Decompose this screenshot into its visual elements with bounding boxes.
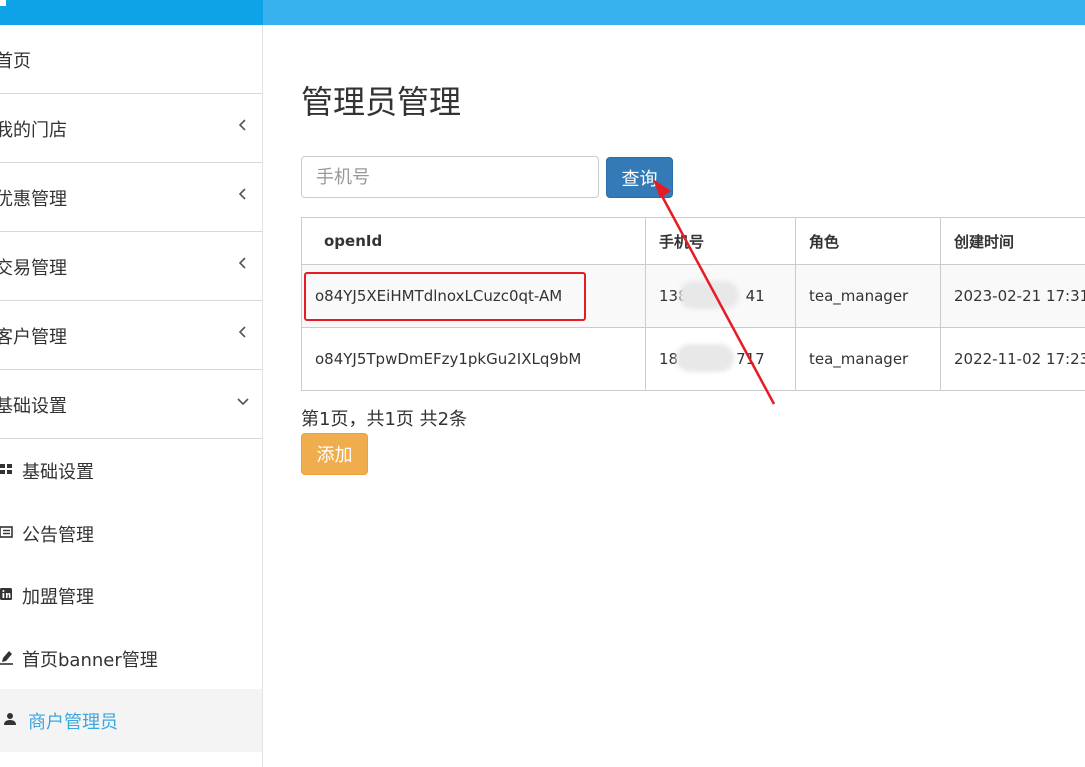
sidebar-item-label: 交易管理 [0,258,67,279]
main-content: 管理员管理 查询 openId 手机号 角色 创建时间 o84YJ5XEiHMT… [263,25,1085,767]
brand-area [0,0,263,25]
cell-openid: o84YJ5TpwDmEFzy1pkGu2IXLq9bM [301,327,646,391]
cell-role: tea_manager [795,327,941,391]
sidebar-item-label: 优惠管理 [0,189,67,210]
pen-icon [0,650,13,665]
column-header-role[interactable]: 角色 [795,217,941,265]
add-button[interactable]: 添加 [301,433,368,475]
table-header-row: openId 手机号 角色 创建时间 [301,217,1085,265]
sidebar-item-label: 客户管理 [0,327,67,348]
cell-created: 2023-02-21 17:31: [940,264,1085,328]
phone-suffix: 41 [745,287,765,305]
chevron-down-icon [237,398,249,406]
grid-icon [0,464,12,474]
table-row[interactable]: o84YJ5TpwDmEFzy1pkGu2IXLq9bM 18 717 tea_m… [301,327,1085,391]
sidebar-subitem-label: 商户管理员 [28,712,118,733]
sidebar-item-customers[interactable]: 客户管理 [0,301,262,370]
list-icon [0,525,13,538]
sidebar-subitem-merchant-admin[interactable]: 商户管理员 [0,689,262,752]
chevron-left-icon [238,326,246,338]
column-header-created[interactable]: 创建时间 [940,217,1085,265]
sidebar-item-label: 基础设置 [0,396,67,417]
sidebar-item-settings[interactable]: 基础设置 [0,370,262,439]
phone-blur-overlay [676,344,734,372]
chevron-left-icon [238,119,246,131]
sidebar: 首页 我的门店 优惠管理 交易管理 客户管理 基础设置 基础设置 公告管理 加盟… [0,25,263,767]
column-header-phone[interactable]: 手机号 [645,217,796,265]
sidebar-item-discount[interactable]: 优惠管理 [0,163,262,232]
sidebar-subitem-banner[interactable]: 首页banner管理 [0,627,262,690]
admin-table: openId 手机号 角色 创建时间 o84YJ5XEiHMTdlnoxLCuz… [301,217,1085,391]
sidebar-subitem-label: 公告管理 [22,524,94,546]
page-title: 管理员管理 [301,83,462,121]
top-bar [0,0,1085,25]
sidebar-item-home[interactable]: 首页 [0,25,262,94]
sidebar-subitem-basic-settings[interactable]: 基础设置 [0,439,262,502]
cell-role: tea_manager [795,264,941,328]
sidebar-subitem-label: 加盟管理 [22,587,94,608]
sidebar-subitem-franchise[interactable]: 加盟管理 [0,564,262,627]
linkedin-icon [0,588,12,600]
sidebar-item-transactions[interactable]: 交易管理 [0,232,262,301]
sidebar-item-label: 我的门店 [0,120,67,141]
sidebar-item-my-store[interactable]: 我的门店 [0,94,262,163]
phone-suffix: 717 [736,350,765,368]
sidebar-subitem-label: 首页banner管理 [22,649,158,671]
cell-created: 2022-11-02 17:23: [940,327,1085,391]
brand-logo [0,0,6,6]
sidebar-item-label: 首页 [0,51,31,72]
query-button[interactable]: 查询 [606,157,673,198]
phone-blur-overlay [679,281,739,309]
header-bar [263,0,1085,25]
user-icon [4,713,16,725]
chevron-left-icon [238,188,246,200]
pagination-info: 第1页，共1页 共2条 [301,409,468,430]
sidebar-subitem-announcements[interactable]: 公告管理 [0,502,262,565]
cell-phone: 138 41 [645,264,796,328]
cell-phone: 18 717 [645,327,796,391]
phone-search-input[interactable] [301,156,599,198]
column-header-openid[interactable]: openId [301,217,646,265]
cell-openid: o84YJ5XEiHMTdlnoxLCuzc0qt-AM [301,264,646,328]
table-row[interactable]: o84YJ5XEiHMTdlnoxLCuzc0qt-AM 138 41 tea_m… [301,264,1085,328]
sidebar-subitem-label: 基础设置 [22,462,94,483]
chevron-left-icon [238,257,246,269]
